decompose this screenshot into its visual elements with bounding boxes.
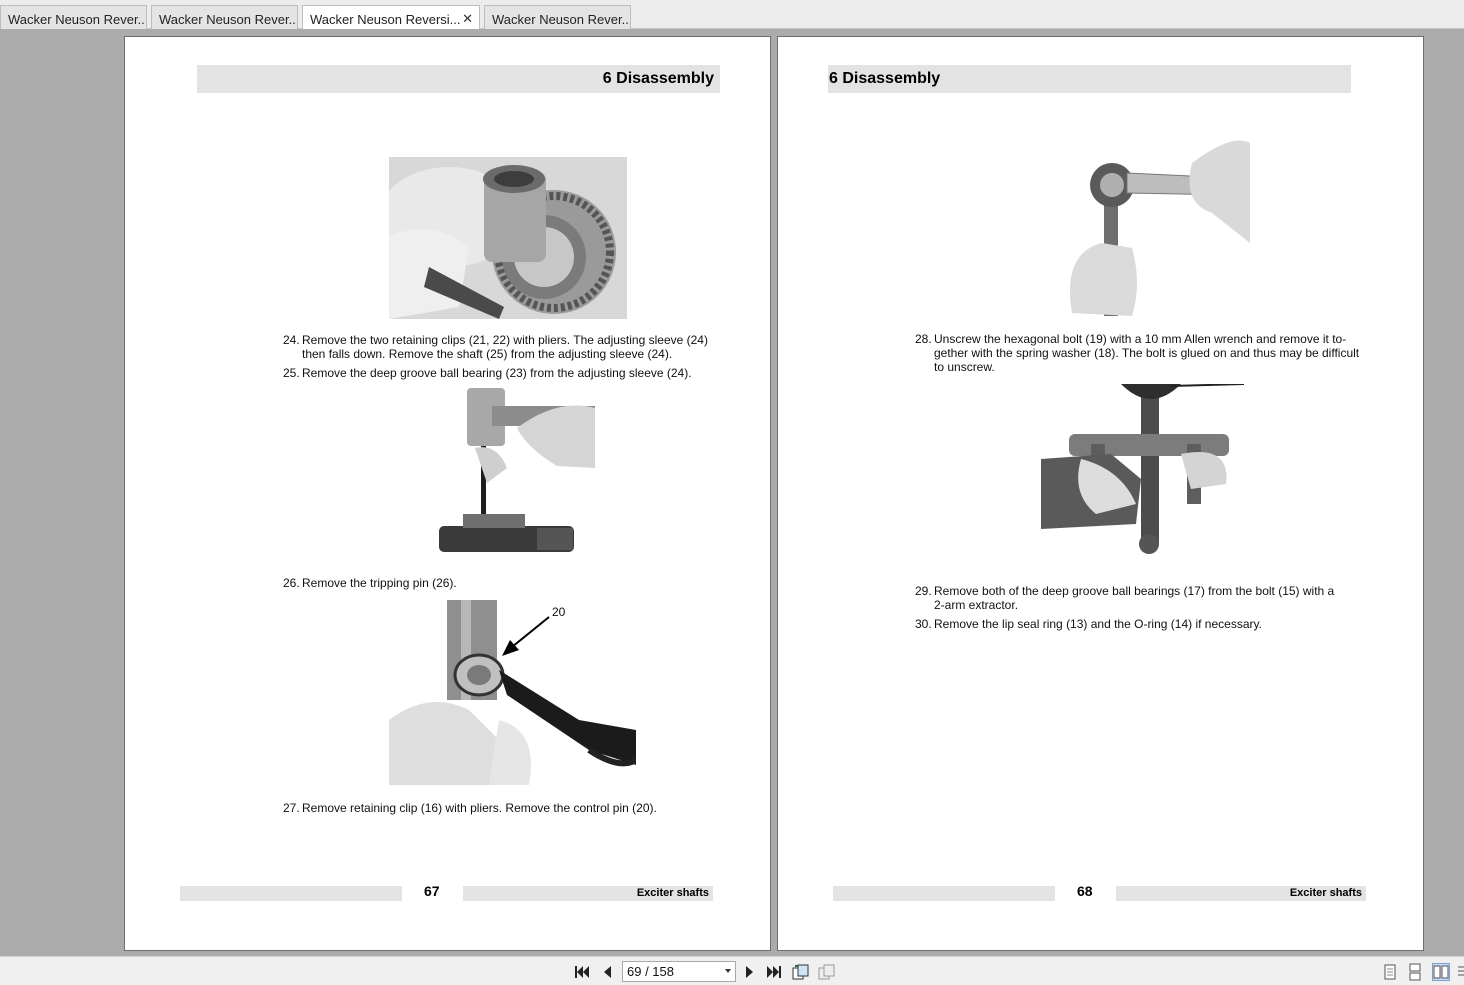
tab-document-3[interactable]: Wacker Neuson Reversi... ✕ (302, 5, 480, 30)
pliers-clip-photo (389, 600, 636, 785)
step-line: Unscrew the hexagonal bolt (19) with a 1… (934, 332, 1347, 346)
step-line: Remove the tripping pin (26). (302, 576, 457, 590)
step-line: Remove the lip seal ring (13) and the O-… (934, 617, 1262, 631)
step-line: to unscrew. (934, 360, 995, 374)
facing-pages-icon[interactable] (1432, 963, 1450, 981)
step-number: 24. (283, 333, 300, 347)
step-line: then falls down. Remove the shaft (25) f… (302, 347, 673, 361)
tab-document-2[interactable]: Wacker Neuson Rever... (151, 5, 298, 29)
page-68: 6 Disassembly 28. Unscrew the hexagonal … (777, 36, 1424, 951)
first-page-icon[interactable] (572, 962, 592, 982)
step-line: 2-arm extractor. (934, 598, 1019, 612)
step-number: 25. (283, 366, 300, 380)
prev-page-icon[interactable] (597, 962, 617, 982)
gear-bearing-photo (389, 157, 627, 319)
chapter-number: 6 (829, 70, 838, 87)
tab-label: Wacker Neuson Rever... (492, 12, 631, 27)
page-selector[interactable]: 69 / 158 (622, 961, 736, 982)
continuous-facing-icon[interactable] (1456, 963, 1464, 981)
extractor-photo (1041, 384, 1244, 562)
step-line: Remove retaining clip (16) with pliers. … (302, 801, 657, 815)
tab-bar: Wacker Neuson Rever... Wacker Neuson Rev… (0, 0, 1464, 30)
step-line: Remove the two retaining clips (21, 22) … (302, 333, 708, 347)
step-line: Remove both of the deep groove ball bear… (934, 584, 1335, 598)
page-number: 68 (1077, 883, 1093, 899)
chapter-header: 6 Disassembly (828, 65, 1351, 93)
step-number: 28. (915, 332, 932, 346)
chevron-down-icon (725, 969, 731, 973)
close-icon[interactable]: ✕ (462, 11, 473, 27)
page-number: 67 (424, 883, 440, 899)
hammer-shaft-photo (437, 388, 595, 558)
tab-label: Wacker Neuson Reversi... (310, 12, 461, 27)
tab-label: Wacker Neuson Rever... (8, 12, 147, 27)
chapter-title: Disassembly (616, 70, 714, 87)
wrench-bolt-photo (1042, 133, 1250, 316)
document-viewer[interactable]: 6 Disassembly 24. Remove the two retaini… (0, 29, 1464, 956)
footer-bar (833, 886, 1055, 901)
footer-bar (180, 886, 402, 901)
step-number: 26. (283, 576, 300, 590)
navigation-toolbar: 69 / 158 (0, 956, 1464, 985)
step-number: 29. (915, 584, 932, 598)
rotate-icon[interactable] (791, 962, 811, 982)
chapter-header: 6 Disassembly (197, 65, 720, 93)
step-line: Remove the deep groove ball bearing (23)… (302, 366, 692, 380)
page-67: 6 Disassembly 24. Remove the two retaini… (124, 36, 771, 951)
chapter-number: 6 (602, 70, 612, 87)
next-page-icon[interactable] (740, 962, 760, 982)
continuous-page-icon[interactable] (1406, 963, 1424, 981)
tab-document-1[interactable]: Wacker Neuson Rever... (0, 5, 147, 29)
callout-label: 20 (552, 605, 566, 619)
last-page-icon[interactable] (764, 962, 784, 982)
rotate-other-icon[interactable] (817, 962, 837, 982)
tab-document-4[interactable]: Wacker Neuson Rever... (484, 5, 631, 29)
step-number: 30. (915, 617, 932, 631)
footer-section: Exciter shafts (1116, 886, 1366, 901)
chapter-title: Disassembly (842, 70, 941, 87)
page-selector-value: 69 / 158 (627, 964, 674, 979)
single-page-icon[interactable] (1381, 963, 1399, 981)
step-line: gether with the spring washer (18). The … (934, 346, 1360, 360)
step-number: 27. (283, 801, 300, 815)
footer-section: Exciter shafts (463, 886, 713, 901)
tab-label: Wacker Neuson Rever... (159, 12, 298, 27)
